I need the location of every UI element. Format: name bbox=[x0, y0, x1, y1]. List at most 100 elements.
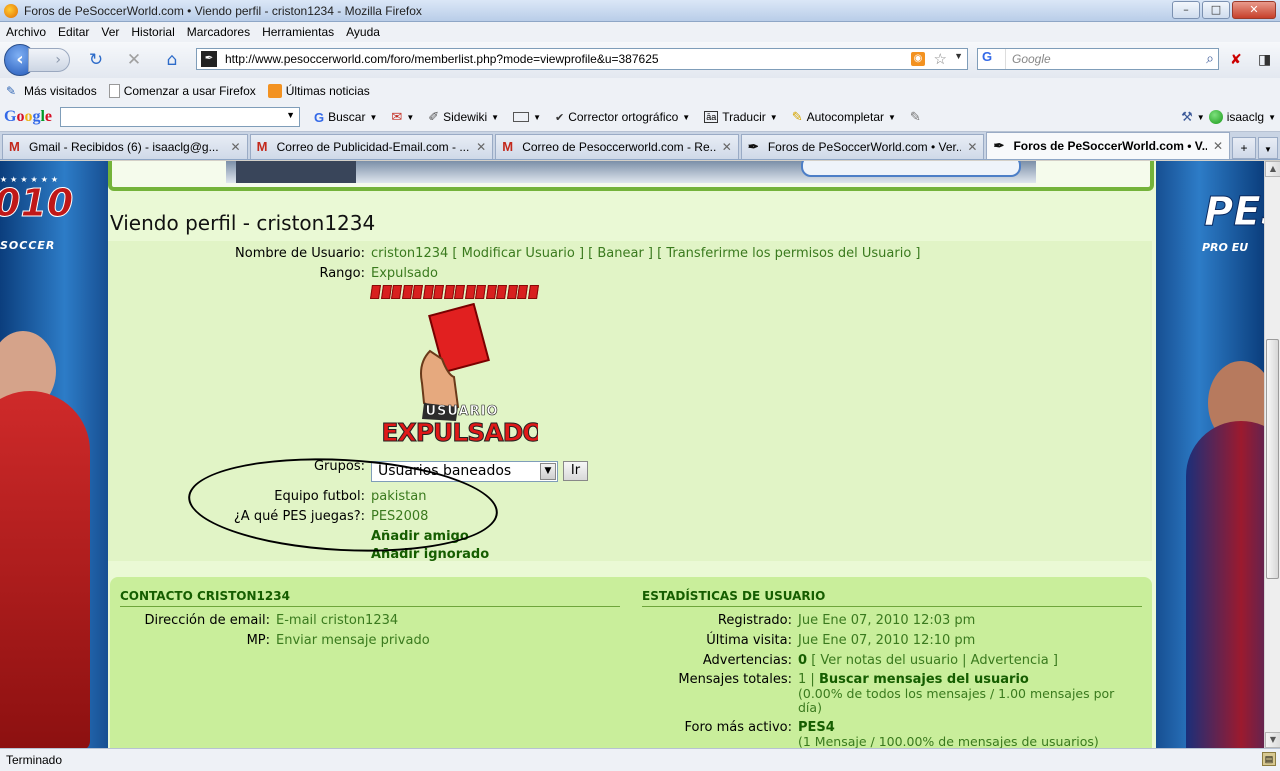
tab-close-icon[interactable]: ✕ bbox=[231, 140, 241, 154]
tab-publicidad-email[interactable]: M Correo de Publicidad-Email.com - ... ✕ bbox=[249, 134, 494, 159]
username-link[interactable]: criston1234 bbox=[371, 246, 448, 261]
menu-editar[interactable]: Editar bbox=[58, 25, 89, 39]
url-dropdown-icon[interactable]: ▼ bbox=[954, 51, 963, 61]
google-username: isaaclg bbox=[1226, 110, 1265, 124]
gmail-icon: M bbox=[9, 139, 20, 154]
scrollbar-thumb[interactable] bbox=[1266, 339, 1279, 579]
tab-close-icon[interactable]: ✕ bbox=[967, 140, 977, 154]
google-toolbar: Google ▼ G Buscar ▼ ✉ ▼ ✐ Sidewiki ▼ ▼ ✔… bbox=[0, 103, 1280, 132]
search-user-posts-link[interactable]: Buscar mensajes del usuario bbox=[819, 672, 1029, 687]
toolbar-label: Corrector ortográfico bbox=[568, 110, 679, 124]
autofill-button[interactable]: ✎ Autocompletar ▼ bbox=[792, 109, 896, 125]
sidewiki-button[interactable]: ✐ Sidewiki ▼ bbox=[428, 109, 499, 125]
search-input[interactable]: Google bbox=[1012, 52, 1051, 66]
player-image bbox=[1186, 421, 1264, 748]
rank-bar bbox=[370, 285, 538, 299]
send-pm-link[interactable]: Enviar mensaje privado bbox=[276, 633, 430, 648]
vertical-scrollbar[interactable]: ▲ ▼ bbox=[1264, 161, 1280, 748]
google-logo[interactable]: Google bbox=[4, 108, 56, 126]
pm-label: MP: bbox=[246, 633, 270, 648]
bookmark-star-icon[interactable]: ☆ bbox=[934, 50, 947, 68]
tab-pesoccerworld-profile[interactable]: ✒ Foros de PeSoccerWorld.com • V... ✕ bbox=[986, 132, 1231, 159]
warnings-links[interactable]: [ Ver notas del usuario | Advertencia ] bbox=[811, 653, 1058, 668]
tab-label: Foros de PeSoccerWorld.com • Ver... bbox=[767, 140, 962, 154]
close-button[interactable]: ✕ bbox=[1232, 1, 1276, 19]
status-text: Terminado bbox=[6, 753, 63, 767]
search-icon[interactable]: ⌕ bbox=[1206, 50, 1214, 67]
posts-row: 1 | Buscar mensajes del usuario (0.00% d… bbox=[798, 672, 1138, 715]
stop-button[interactable]: ✕ bbox=[122, 48, 146, 72]
bookmark-getting-started[interactable]: Comenzar a usar Firefox bbox=[108, 83, 256, 98]
right-banner-brand: PES bbox=[1203, 189, 1264, 236]
addon-icon[interactable]: ✘ bbox=[1230, 52, 1242, 68]
menu-ayuda[interactable]: Ayuda bbox=[346, 25, 380, 39]
google-search-button[interactable]: G Buscar ▼ bbox=[314, 110, 377, 125]
tab-gmail-inbox[interactable]: M Gmail - Recibidos (6) - isaaclg@g... ✕ bbox=[2, 134, 248, 159]
email-link[interactable]: E-mail criston1234 bbox=[276, 613, 398, 628]
menu-archivo[interactable]: Archivo bbox=[6, 25, 46, 39]
left-banner-brand: 010 bbox=[0, 181, 74, 226]
tab-close-icon[interactable]: ✕ bbox=[722, 140, 732, 154]
forward-button[interactable]: › bbox=[28, 48, 70, 72]
menu-herramientas[interactable]: Herramientas bbox=[262, 25, 334, 39]
red-card-rank-image: USUARIO EXPULSADO bbox=[381, 303, 538, 448]
bookmark-label: Comenzar a usar Firefox bbox=[123, 83, 256, 98]
translate-button[interactable]: āa Traducir ▼ bbox=[704, 110, 778, 124]
spellcheck-button[interactable]: ✔ Corrector ortográfico ▼ bbox=[555, 110, 690, 124]
ad-banner[interactable] bbox=[226, 161, 1036, 183]
minimize-button[interactable]: – bbox=[1172, 1, 1200, 19]
tab-list-button[interactable]: ▼ bbox=[1258, 137, 1278, 159]
menu-ver[interactable]: Ver bbox=[101, 25, 119, 39]
page-title: Viendo perfil - criston1234 bbox=[110, 211, 376, 235]
posts-detail: (0.00% de todos los mensajes / 1.00 mens… bbox=[798, 686, 1115, 715]
maximize-button[interactable]: □ bbox=[1202, 1, 1230, 19]
rss-icon[interactable]: ◉ bbox=[911, 52, 925, 66]
rank-value: Expulsado bbox=[371, 266, 438, 281]
scroll-up-icon[interactable]: ▲ bbox=[1265, 161, 1280, 177]
eraser-button[interactable]: ✎ bbox=[910, 109, 921, 125]
wrench-icon[interactable]: ⚒ bbox=[1181, 109, 1193, 125]
google-account[interactable]: ⚒ ▼ isaaclg ▼ bbox=[1181, 109, 1276, 125]
home-button[interactable]: ⌂ bbox=[160, 48, 184, 72]
addon-menu-icon[interactable]: ◨ bbox=[1258, 52, 1271, 68]
bookmark-most-visited[interactable]: ✎ Más visitados bbox=[6, 84, 97, 98]
pesoccer-icon: ✒ bbox=[747, 139, 759, 154]
scroll-down-icon[interactable]: ▼ bbox=[1265, 732, 1280, 748]
search-engine-icon[interactable]: G bbox=[978, 49, 1006, 69]
autofill-icon: ✎ bbox=[791, 109, 803, 124]
popup-blocker-button[interactable]: ▼ bbox=[513, 112, 541, 122]
navigation-toolbar: ‹ › ↻ ✕ ⌂ ✒ http://www.pesoccerworld.com… bbox=[0, 42, 1280, 78]
email-label: Dirección de email: bbox=[144, 613, 270, 628]
warnings-count: 0 bbox=[798, 653, 808, 668]
tab-pesoccerworld-mail[interactable]: M Correo de Pesoccerworld.com - Re... ✕ bbox=[495, 134, 739, 159]
tab-pesoccerworld-forum[interactable]: ✒ Foros de PeSoccerWorld.com • Ver... ✕ bbox=[740, 134, 985, 159]
chevron-down-icon: ▼ bbox=[769, 112, 778, 122]
new-tab-button[interactable]: + bbox=[1232, 137, 1257, 159]
go-button[interactable]: Ir bbox=[563, 461, 588, 481]
active-forum-label: Foro más activo: bbox=[684, 720, 793, 735]
translate-icon: āa bbox=[704, 111, 719, 123]
back-arrow-icon: ‹ bbox=[16, 49, 24, 70]
addon-bar-icon[interactable]: ▤ bbox=[1262, 752, 1276, 766]
bookmark-latest-news[interactable]: Últimas noticias bbox=[267, 83, 370, 98]
admin-links[interactable]: [ Modificar Usuario ] [ Banear ] [ Trans… bbox=[452, 246, 920, 261]
chevron-down-icon[interactable]: ▼ bbox=[540, 463, 556, 480]
chevron-down-icon: ▼ bbox=[1264, 145, 1272, 154]
chevron-down-icon[interactable]: ▼ bbox=[286, 110, 295, 120]
chevron-down-icon: ▼ bbox=[533, 112, 541, 122]
tab-close-icon[interactable]: ✕ bbox=[476, 140, 486, 154]
page-icon bbox=[108, 83, 120, 98]
search-bar[interactable]: G Google ⌕ bbox=[977, 48, 1219, 70]
tab-close-icon[interactable]: ✕ bbox=[1213, 139, 1223, 153]
left-side-banner: ★★★★★★ 010 SOCCER bbox=[0, 161, 108, 748]
reload-button[interactable]: ↻ bbox=[84, 48, 108, 72]
window-controls: – □ ✕ bbox=[1172, 1, 1276, 19]
url-bar[interactable]: ✒ http://www.pesoccerworld.com/foro/memb… bbox=[196, 48, 968, 70]
share-button[interactable]: ✉ ▼ bbox=[391, 109, 414, 125]
player-image bbox=[0, 391, 90, 748]
menu-historial[interactable]: Historial bbox=[131, 25, 174, 39]
site-favicon-icon: ✒ bbox=[201, 51, 217, 67]
menu-marcadores[interactable]: Marcadores bbox=[187, 25, 250, 39]
google-toolbar-search-input[interactable]: ▼ bbox=[60, 107, 300, 127]
active-forum-link[interactable]: PES4 bbox=[798, 720, 835, 735]
